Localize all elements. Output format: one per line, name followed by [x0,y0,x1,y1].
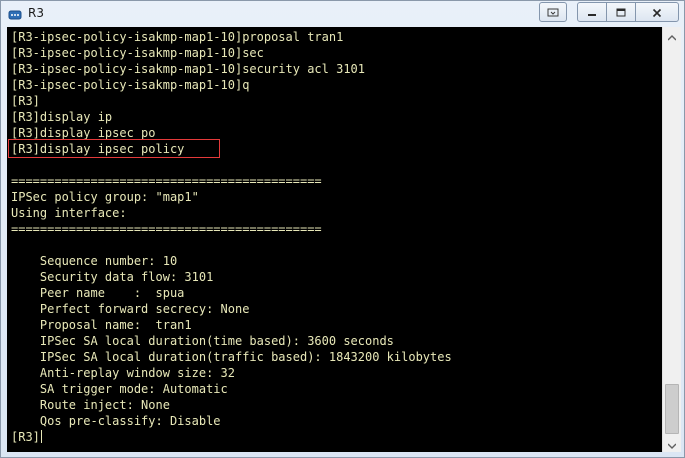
terminal-output[interactable]: [R3-ipsec-policy-isakmp-map1-10]proposal… [7,27,661,452]
highlight-box [8,139,220,158]
terminal-line: [R3] [11,94,40,108]
vertical-scrollbar[interactable] [662,27,681,452]
close-icon [652,3,662,22]
terminal-line: Peer name : spua [11,286,185,300]
scroll-thumb[interactable] [665,384,679,434]
router-terminal-icon[interactable] [8,7,22,21]
terminal-line: [R3-ipsec-policy-isakmp-map1-10]q [11,78,250,92]
maximize-button[interactable] [606,2,636,22]
terminal-line: [R3]display ip [11,110,113,124]
scroll-down-arrow-icon [667,434,677,452]
terminal-line: Perfect forward secrecy: None [11,302,250,316]
terminal-line: [R3] [11,430,42,444]
terminal-line: SA trigger mode: Automatic [11,382,228,396]
minimize-icon [587,3,597,22]
minimize-button[interactable] [577,2,607,22]
terminal-line: ========================================… [11,174,322,188]
terminal-line: Proposal name: tran1 [11,318,192,332]
text-cursor [40,430,42,443]
terminal-line: Sequence number: 10 [11,254,178,268]
terminal-line: [R3-ipsec-policy-isakmp-map1-10]security… [11,62,366,76]
window-title: R3 [28,6,44,20]
window-options-button[interactable] [539,2,567,22]
close-button[interactable] [635,2,679,22]
terminal-line: IPSec policy group: "map1" [11,190,199,204]
terminal-line: Anti-replay window size: 32 [11,366,235,380]
terminal-line: [R3-ipsec-policy-isakmp-map1-10]proposal… [11,30,344,44]
scroll-down-button[interactable] [663,435,681,452]
terminal-line: Using interface: [11,206,127,220]
terminal-line: ========================================… [11,222,322,236]
terminal-line: [R3-ipsec-policy-isakmp-map1-10]sec [11,46,264,60]
scroll-up-arrow-icon [667,27,677,45]
terminal-line: Route inject: None [11,398,170,412]
terminal-line: Qos pre-classify: Disable [11,414,221,428]
scroll-up-button[interactable] [663,27,681,44]
terminal-window: R3 [R3-ipsec-policy-isakmp-map1-10]propo… [0,0,685,458]
terminal-line: IPSec SA local duration(traffic based): … [11,350,452,364]
title-bar[interactable]: R3 [1,1,684,27]
terminal-line: Security data flow: 3101 [11,270,214,284]
terminal-client-area[interactable]: [R3-ipsec-policy-isakmp-map1-10]proposal… [7,27,681,452]
chevron-down-icon [547,3,559,22]
maximize-icon [616,3,626,22]
terminal-line: IPSec SA local duration(time based): 360… [11,334,394,348]
